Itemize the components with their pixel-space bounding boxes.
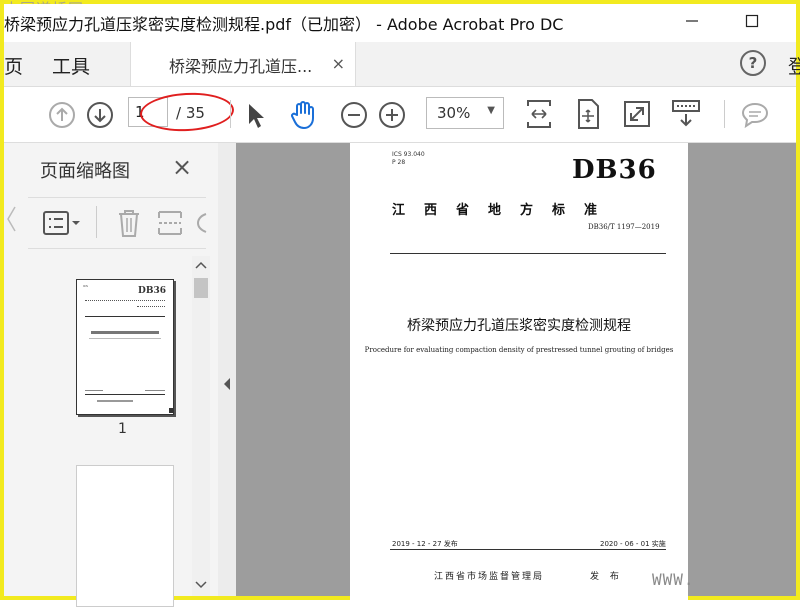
pdf-page[interactable]: ICS 93.040 P 28 DB36 江西省地方标准 DB36/T 1197…	[350, 143, 688, 600]
doc-title-cn: 桥梁预应力孔道压浆密实度检测规程	[407, 318, 631, 334]
zoom-in-button[interactable]	[378, 99, 406, 131]
maximize-icon	[745, 14, 759, 28]
zoom-out-button[interactable]	[340, 99, 368, 131]
thumbnail-page-number: 1	[118, 421, 127, 437]
next-page-button[interactable]	[86, 99, 114, 131]
chevron-down-icon: ▼	[487, 105, 495, 116]
thumb-title-block	[91, 331, 159, 334]
panel-tools	[28, 197, 208, 249]
thumb-db36: DB36	[138, 286, 166, 296]
panel-left-edge-icon	[7, 206, 16, 232]
minimize-button[interactable]	[672, 8, 712, 34]
arrow-down-circle-icon	[87, 102, 113, 128]
pointer-arrow-icon	[249, 104, 264, 128]
doc-implement-date: 2020 - 06 - 01 实施	[600, 540, 666, 548]
toolbar-separator-2	[724, 100, 725, 128]
arrow-up-circle-icon	[49, 102, 75, 128]
doc-standard-prefix: DB36	[572, 155, 657, 185]
menu-home[interactable]: 页	[4, 52, 23, 79]
thumb-bottom-rule	[85, 394, 165, 395]
scroll-down-icon[interactable]	[195, 580, 207, 590]
toolbar-separator	[230, 100, 231, 128]
expand-icon	[624, 101, 650, 127]
document-tab-label: 桥梁预应力孔道压...	[169, 57, 313, 76]
doc-issue-date: 2019 - 12 - 27 发布	[392, 540, 458, 548]
select-tool-button[interactable]	[246, 100, 268, 132]
thumbnail-scrollbar[interactable]	[192, 256, 210, 596]
doc-bottom-rule	[390, 549, 666, 550]
menu-login-partial[interactable]: 登	[788, 52, 800, 79]
rotate-icon[interactable]	[196, 210, 208, 236]
thumb-province-line	[85, 300, 165, 303]
minimize-icon	[686, 20, 698, 22]
scroll-mode-button[interactable]	[670, 98, 702, 130]
fit-page-icon	[527, 100, 551, 128]
insert-page-icon[interactable]	[156, 208, 184, 238]
thumb-impl-line	[145, 390, 165, 391]
tab-close-icon[interactable]: ×	[332, 54, 345, 73]
zoom-in-icon	[379, 102, 405, 128]
thumbnail-list: ICS DB36 1	[28, 255, 196, 607]
keyboard-scroll-icon	[672, 100, 700, 127]
doc-top-rule	[390, 253, 666, 254]
thumb-ics: ICS	[83, 284, 88, 288]
zoom-select[interactable]: 30% ▼	[426, 97, 504, 129]
tools-separator	[96, 206, 97, 238]
thumb-top-rule	[85, 316, 165, 317]
thumb-issuer-line	[97, 400, 133, 402]
window-title: 桥梁预应力孔道压浆密实度检测规程.pdf（已加密） - Adobe Acroba…	[4, 15, 564, 34]
collapse-left-icon[interactable]	[222, 377, 232, 391]
comment-icon	[741, 102, 769, 129]
thumb-code-line	[137, 306, 165, 308]
full-screen-button[interactable]	[622, 98, 652, 130]
options-menu-icon[interactable]	[42, 210, 82, 236]
doc-title-en: Procedure for evaluating compaction dens…	[364, 346, 674, 354]
scroll-up-icon[interactable]	[195, 260, 207, 270]
page-move-icon	[578, 99, 599, 129]
zoom-value: 30%	[437, 104, 471, 122]
zoom-out-icon	[341, 102, 367, 128]
watermark-bottom-right: WWW.	[652, 570, 695, 589]
hand-tool-button[interactable]	[288, 99, 318, 131]
fit-width-button[interactable]	[574, 98, 602, 130]
menu-tools[interactable]: 工具	[52, 52, 90, 79]
maximize-button[interactable]	[732, 8, 772, 34]
thumb-corner-handle	[169, 408, 174, 413]
fit-page-button[interactable]	[524, 98, 554, 130]
doc-issuer: 江西省市场监督管理局	[434, 572, 545, 582]
doc-standard-code: DB36/T 1197—2019	[588, 223, 660, 231]
doc-province: 江西省地方标准	[392, 203, 617, 218]
page-thumbnail-2[interactable]	[76, 465, 174, 607]
previous-page-button[interactable]	[48, 99, 76, 131]
help-icon[interactable]: ?	[740, 50, 766, 76]
thumb-subtitle-block	[89, 338, 161, 339]
panel-collapse-bar[interactable]	[218, 143, 236, 596]
comment-button[interactable]	[740, 99, 770, 131]
document-tab[interactable]: 桥梁预应力孔道压... ×	[130, 42, 356, 86]
doc-class-code: P 28	[392, 159, 406, 166]
panel-title: 页面缩略图	[40, 161, 130, 182]
hand-icon	[291, 101, 314, 129]
trash-icon[interactable]	[116, 208, 142, 238]
page-thumbnail-1[interactable]: ICS DB36	[76, 279, 174, 415]
thumb-issue-line	[85, 390, 103, 391]
menu-bar: 页 工具 桥梁预应力孔道压... × ? 登	[4, 42, 800, 87]
doc-issue-word: 发 布	[590, 572, 623, 582]
panel-close-icon[interactable]: ×	[172, 153, 192, 181]
scrollbar-thumb[interactable]	[194, 278, 208, 298]
doc-ics: ICS 93.040	[392, 151, 425, 158]
